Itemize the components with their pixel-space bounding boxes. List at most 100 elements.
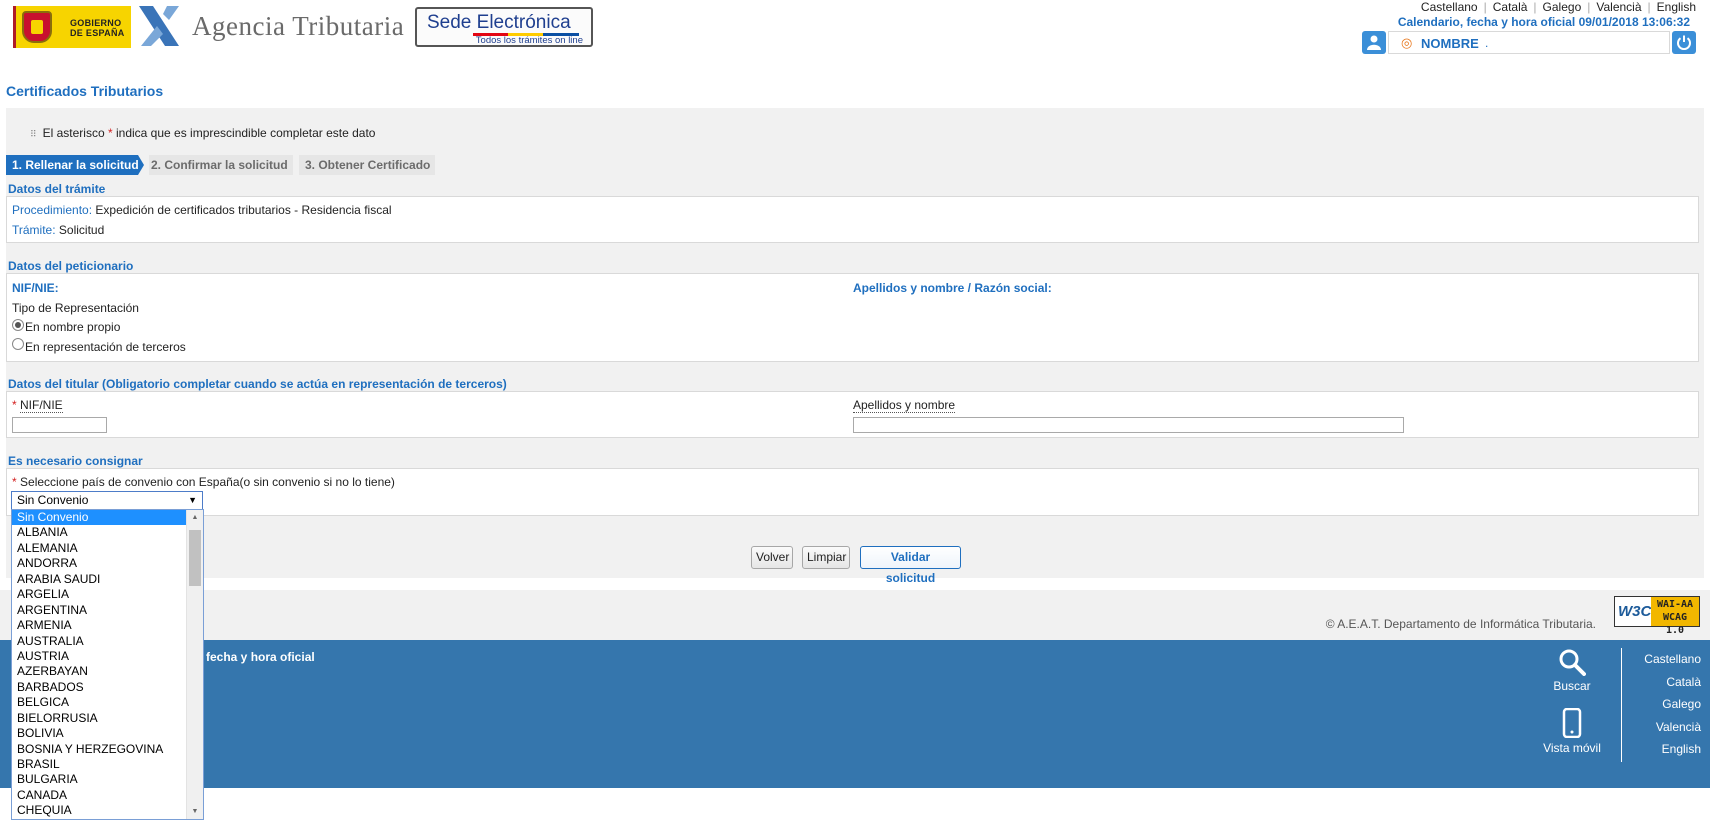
footer-lang-english[interactable]: English [1622,738,1701,761]
country-option[interactable]: BOLIVIA [12,726,187,741]
location-pin-icon: ◎ [1401,35,1413,50]
titular-nombre-label: Apellidos y nombre [853,398,956,413]
country-option[interactable]: AUSTRIA [12,649,187,664]
section-datos-peticionario: Datos del peticionario [8,259,134,273]
validar-solicitud-button[interactable]: Validar solicitud [860,546,961,585]
titular-nombre-input[interactable] [853,417,1404,433]
consignar-box: * Seleccione país de convenio con España… [6,468,1699,516]
lang-catala[interactable]: Català [1493,0,1528,14]
footer-lang-valencia[interactable]: Valencià [1622,716,1701,739]
tramite-label: Trámite: [12,223,56,237]
footer-lang-castellano[interactable]: Castellano [1622,648,1701,671]
dropdown-scrollbar[interactable]: ▲ ▼ [186,510,203,819]
sede-electronica-logo[interactable]: Sede Electrónica Todos los trámites on l… [415,7,593,47]
pais-selected-value: Sin Convenio [17,493,89,507]
peticionario-nombre-label: Apellidos y nombre / Razón social: [853,281,1052,295]
scroll-down-arrow-icon[interactable]: ▼ [187,804,203,819]
user-icon[interactable] [1362,31,1386,54]
wai-aa-badge[interactable]: W3C WAI-AA WCAG 1.0 [1614,596,1700,636]
country-option[interactable]: ARGENTINA [12,603,187,618]
page-title: Certificados Tributarios [6,83,164,99]
limpiar-button[interactable]: Limpiar [802,546,850,569]
step-2-confirmar: 2. Confirmar la solicitud [149,155,293,175]
titular-nif-input[interactable] [12,417,107,433]
section-datos-titular: Datos del titular (Obligatorio completar… [8,377,507,391]
pais-label: Seleccione país de convenio con España(o… [20,475,395,489]
calendar-value: 09/01/2018 13:06:32 [1578,15,1690,29]
gobierno-line1: GOBIERNO [70,18,122,28]
logout-power-icon[interactable] [1672,31,1696,54]
scroll-thumb[interactable] [189,530,201,586]
vista-movil-label: Vista móvil [1543,741,1601,755]
user-name-suffix: . [1485,36,1489,50]
country-option[interactable]: CANADA [12,788,187,803]
country-option[interactable]: BRASIL [12,757,187,772]
country-option[interactable]: AUSTRALIA [12,634,187,649]
footer-buscar[interactable]: Buscar [1540,648,1604,693]
lang-valencia[interactable]: Valencià [1596,0,1641,14]
peticionario-box: NIF/NIE: Apellidos y nombre / Razón soci… [6,273,1699,362]
required-asterisk: * [107,126,113,140]
country-option[interactable]: BARBADOS [12,680,187,695]
sede-subtitle: Todos los trámites on line [475,35,583,46]
country-option[interactable]: CHEQUIA [12,803,187,818]
agency-name[interactable]: Agencia Tributaria [192,11,404,42]
procedimiento-value: Expedición de certificados tributarios -… [95,203,392,217]
footer-language-menu: Castellano Català Galego Valencià Englis… [1621,648,1701,762]
titular-nif-label: NIF/NIE [20,398,63,413]
aeat-logo-icon[interactable] [137,4,181,48]
country-option[interactable]: BOSNIA Y HERZEGOVINA [12,742,187,757]
country-option[interactable]: ALEMANIA [12,541,187,556]
gobierno-espana-logo[interactable]: GOBIERNO DE ESPAÑA [13,6,131,48]
pais-dropdown-list[interactable]: Sin Convenio ALBANIA ALEMANIA ANDORRA ARABIA… [11,509,204,820]
radio-representacion-terceros-label[interactable]: En representación de terceros [25,340,186,354]
copyright-bar [0,590,1710,640]
radio-nombre-propio-label[interactable]: En nombre propio [25,320,120,334]
country-option[interactable]: ARMENIA [12,618,187,633]
site-footer: o, fecha y hora oficial o Buscar Vista m… [0,640,1710,788]
note-suffix: indica que es imprescindible completar e… [115,126,376,140]
language-menu-top: Castellano | Català | Galego | Valencià | Englis… [1420,0,1696,14]
titular-box: * NIF/NIE Apellidos y nombre [6,391,1699,438]
search-icon [1559,649,1586,676]
user-name: NOMBRE [1421,36,1479,51]
radio-nombre-propio[interactable] [12,319,24,331]
mobile-phone-icon [1562,707,1582,739]
country-option[interactable]: Sin Convenio [12,510,187,526]
pais-convenio-select[interactable]: Sin Convenio ▼ [11,491,203,510]
peticionario-nif-label: NIF/NIE: [12,281,59,295]
scroll-up-arrow-icon[interactable]: ▲ [187,510,203,525]
lang-galego[interactable]: Galego [1543,0,1582,14]
footer-lang-galego[interactable]: Galego [1622,693,1701,716]
country-option[interactable]: BELGICA [12,695,187,710]
country-option[interactable]: AZERBAYAN [12,664,187,679]
country-option[interactable]: BULGARIA [12,772,187,787]
user-name-field: ◎ NOMBRE . [1388,31,1670,54]
country-option[interactable]: BIELORRUSIA [12,711,187,726]
volver-button[interactable]: Volver [751,546,793,569]
section-datos-tramite: Datos del trámite [8,182,106,196]
footer-calendar-link[interactable]: o, fecha y hora oficial [192,650,315,664]
spain-coat-of-arms-icon [22,11,52,43]
sede-title: Sede Electrónica [427,12,571,33]
country-option[interactable]: ARGELIA [12,587,187,602]
wai-line2: WCAG 1.0 [1662,612,1688,636]
country-option[interactable]: ANDORRA [12,556,187,571]
tramite-value: Solicitud [58,223,105,237]
wai-wcag-label: WAI-AA WCAG 1.0 [1651,597,1699,636]
footer-vista-movil[interactable]: Vista móvil [1535,707,1609,755]
gobierno-line2: DE ESPAÑA [70,28,125,38]
required-asterisk: * [12,398,17,412]
titular-nif-label-wrap: * NIF/NIE [12,398,63,413]
official-calendar[interactable]: Calendario, fecha y hora oficial 09/01/2… [1398,15,1690,29]
w3c-logo: W3C [1618,603,1652,620]
user-bar: ◎ NOMBRE . [1362,31,1696,55]
country-option[interactable]: ALBANIA [12,525,187,540]
radio-representacion-terceros[interactable] [12,338,24,350]
copyright-text: © A.E.A.T. Departamento de Informática T… [1325,617,1596,631]
lang-english[interactable]: English [1657,0,1696,14]
country-option[interactable]: ARABIA SAUDI [12,572,187,587]
footer-lang-catala[interactable]: Català [1622,671,1701,694]
lang-castellano[interactable]: Castellano [1421,0,1478,14]
step-1-rellenar: 1. Rellenar la solicitud [6,155,144,175]
